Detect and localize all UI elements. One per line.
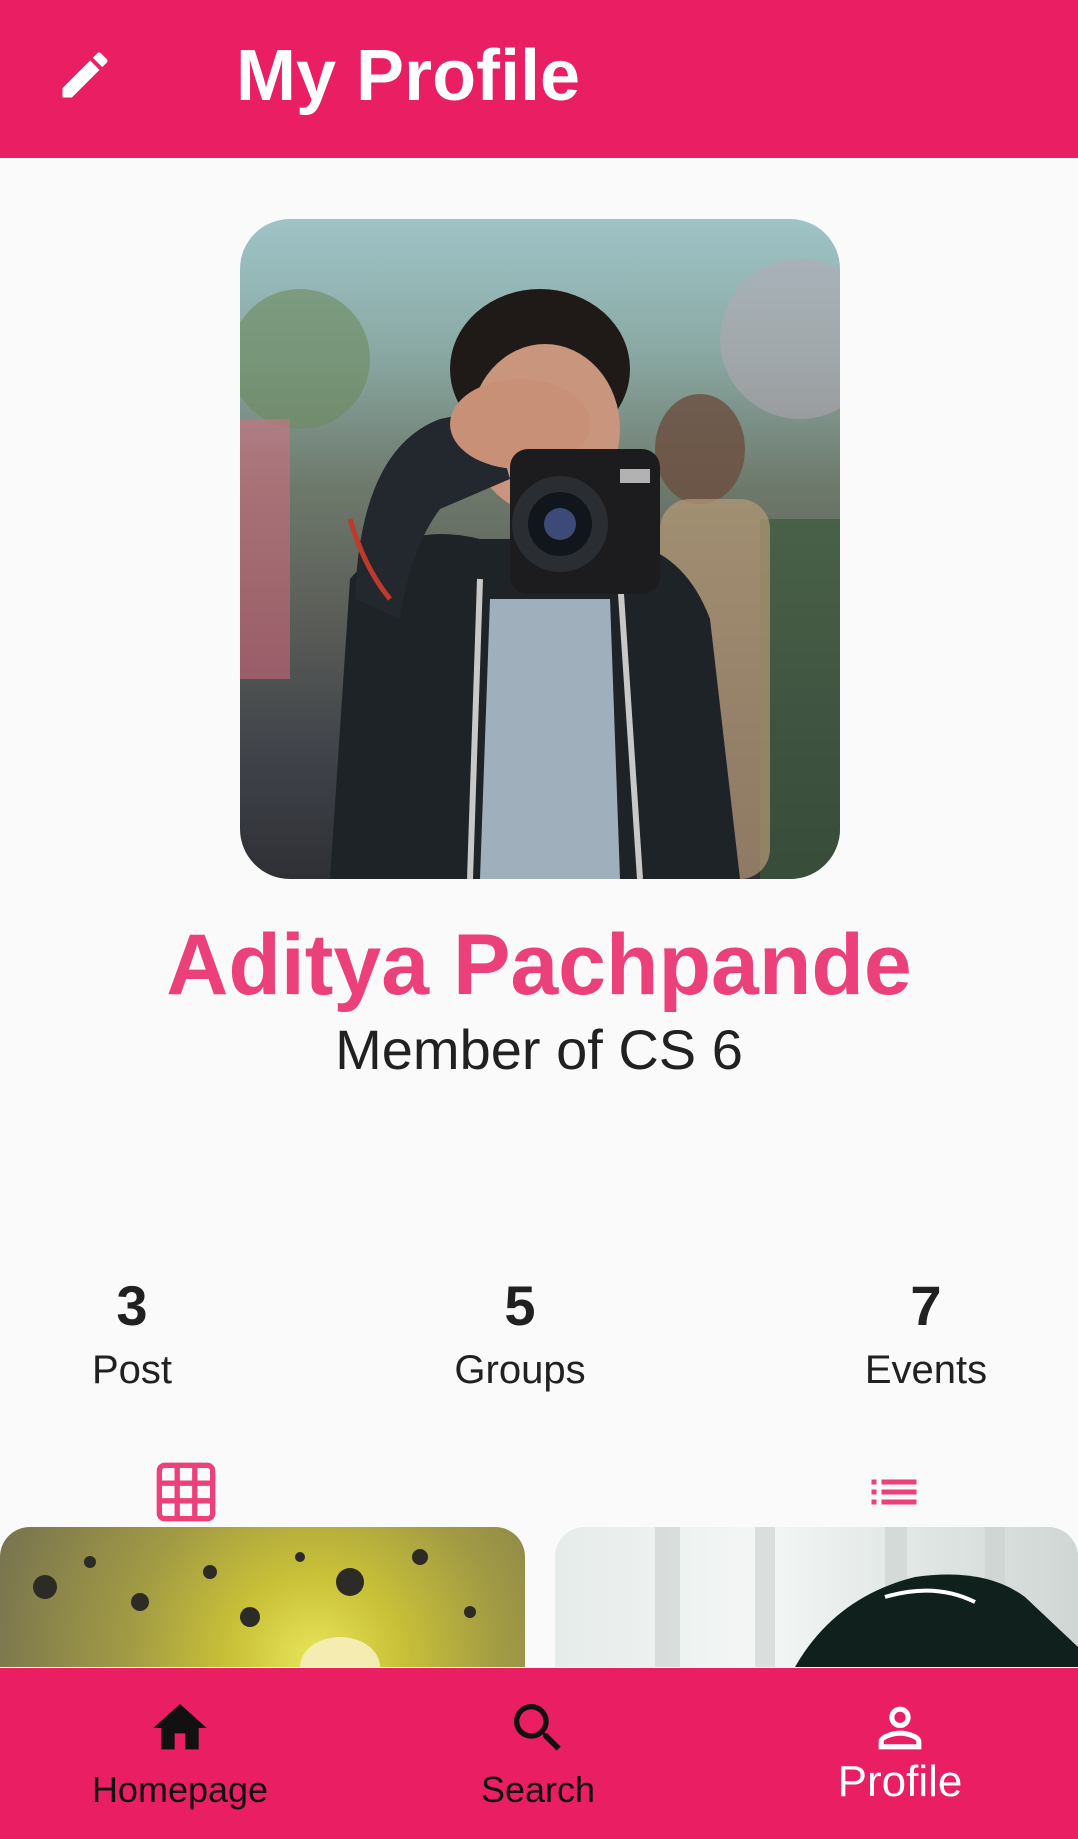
nav-item-profile[interactable]: Profile: [750, 1668, 1050, 1839]
stat-posts-label: Post: [91, 1348, 173, 1392]
nav-item-search[interactable]: Search: [388, 1668, 688, 1839]
home-icon: [153, 1704, 207, 1750]
post-thumbnail-image: [33, 1549, 476, 1667]
stat-posts-value: 3: [116, 1274, 148, 1337]
stat-events[interactable]: 7 Events: [796, 1270, 1056, 1398]
page-title: My Profile: [236, 36, 581, 116]
post-thumbnail[interactable]: [0, 1527, 525, 1667]
bottom-navigation: Homepage Search Profile: [0, 1668, 1078, 1839]
nav-item-homepage[interactable]: Homepage: [30, 1668, 330, 1839]
list-icon: [871, 1479, 917, 1505]
nav-label-search: Search: [480, 1769, 596, 1810]
profile-photo-image: [240, 259, 840, 879]
list-view-toggle[interactable]: [844, 1456, 944, 1528]
profile-name: Aditya Pachpande: [166, 917, 912, 1013]
grid-icon: [156, 1462, 216, 1522]
nav-label-profile: Profile: [837, 1757, 963, 1806]
edit-profile-button[interactable]: [40, 30, 130, 120]
search-icon: [514, 1704, 561, 1751]
post-thumbnail-image: [655, 1527, 1078, 1667]
stat-groups-value: 5: [504, 1274, 536, 1337]
stat-events-label: Events: [864, 1348, 988, 1392]
app-bar: My Profile: [0, 0, 1078, 158]
pencil-icon: [62, 52, 108, 98]
stat-groups-label: Groups: [454, 1348, 586, 1392]
nav-label-homepage: Homepage: [91, 1769, 269, 1810]
stat-posts[interactable]: 3 Post: [2, 1270, 262, 1398]
stat-groups[interactable]: 5 Groups: [390, 1270, 650, 1398]
grid-view-toggle[interactable]: [136, 1456, 236, 1528]
profile-photo: [240, 219, 840, 879]
stat-events-value: 7: [910, 1274, 942, 1337]
person-icon: [878, 1706, 922, 1750]
post-thumbnail[interactable]: [555, 1527, 1078, 1667]
profile-subtitle: Member of CS 6: [335, 1018, 743, 1081]
